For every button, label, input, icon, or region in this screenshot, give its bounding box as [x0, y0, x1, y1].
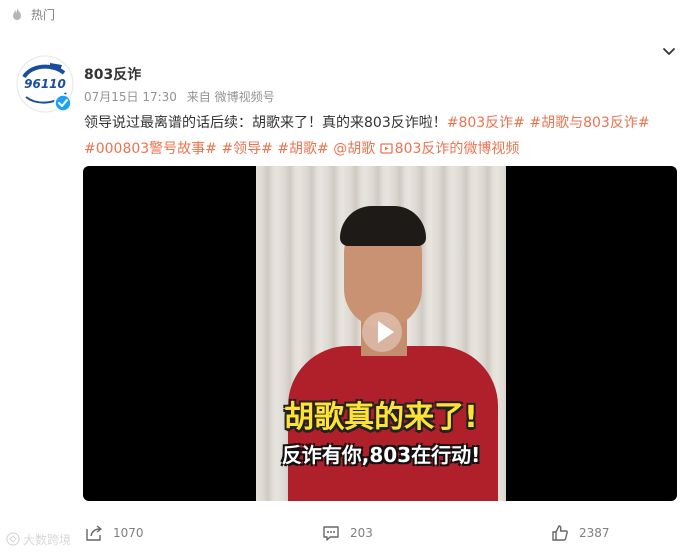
play-icon: [378, 321, 394, 343]
video-link[interactable]: 803反诈的微博视频: [380, 141, 520, 157]
video-caption-sub: 反诈有你,803在行动!: [281, 443, 481, 467]
watermark: 大数跨境: [6, 531, 71, 548]
post-body: 领导说过最离谱的话后续：胡歌来了！真的来803反诈啦！: [84, 115, 447, 131]
like-button[interactable]: 2387: [551, 518, 610, 548]
post-date[interactable]: 07月15日 17:30: [84, 90, 177, 104]
chevron-down-icon[interactable]: [662, 47, 676, 57]
hot-bar: 热门: [0, 0, 691, 30]
comment-count: 203: [350, 526, 373, 540]
hashtag[interactable]: #领导#: [221, 141, 272, 157]
watermark-icon: [6, 532, 20, 546]
thumbs-up-icon: [552, 525, 568, 541]
video-caption-main: 胡歌真的来了!: [284, 400, 478, 435]
account-name[interactable]: 803反诈: [84, 64, 141, 84]
hashtag[interactable]: #胡歌与803反诈#: [529, 115, 649, 131]
mention-link[interactable]: @胡歌: [333, 141, 375, 157]
video-player[interactable]: 胡歌真的来了! 反诈有你,803在行动!: [83, 166, 677, 501]
hashtag[interactable]: #000803警号故事#: [84, 141, 217, 157]
watermark-text: 大数跨境: [23, 533, 72, 547]
share-count: 1070: [113, 526, 144, 540]
avatar-text: 96110: [24, 77, 66, 91]
post-text: 领导说过最离谱的话后续：胡歌来了！真的来803反诈啦！#803反诈# #胡歌与8…: [84, 110, 684, 162]
comment-icon: [323, 526, 339, 541]
video-link-label: 803反诈的微博视频: [394, 141, 520, 157]
action-bar: 1070 203 2387: [0, 518, 691, 554]
like-count: 2387: [579, 526, 610, 540]
video-link-icon: [380, 143, 393, 154]
person-hair: [340, 206, 426, 246]
hot-label: 热门: [31, 8, 56, 22]
hashtag[interactable]: #803反诈#: [447, 115, 525, 131]
hashtag[interactable]: #胡歌#: [277, 141, 328, 157]
post-source[interactable]: 来自 微博视频号: [187, 90, 275, 104]
post-meta: 07月15日 17:30 来自 微博视频号: [84, 88, 281, 105]
share-button[interactable]: 1070: [85, 518, 144, 548]
verified-check-icon: [54, 94, 72, 112]
share-icon: [86, 525, 102, 541]
fire-icon: [13, 8, 21, 20]
comment-button[interactable]: 203: [322, 518, 373, 548]
